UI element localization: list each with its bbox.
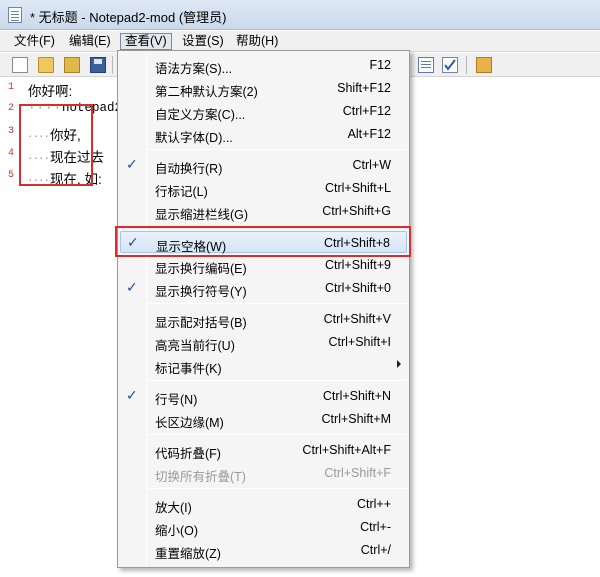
menu-separator — [148, 149, 406, 150]
menu-item-shortcut: Ctrl+/ — [360, 543, 391, 557]
menu-item-highlight-current-line[interactable]: 高亮当前行(U) Ctrl+Shift+I — [120, 331, 407, 353]
menu-item-shortcut: Ctrl+- — [360, 520, 391, 534]
menu-item-shortcut: Ctrl+Shift+V — [323, 312, 391, 326]
menu-item-shortcut: F12 — [369, 58, 391, 72]
check-icon[interactable] — [442, 57, 458, 73]
line-number: 1 — [7, 82, 14, 93]
menu-item-label: 第二种默认方案(2) — [155, 85, 258, 99]
menu-item-indent-guides[interactable]: 显示缩进栏线(G) Ctrl+Shift+G — [120, 200, 407, 222]
menu-item-label: 放大(I) — [155, 501, 192, 515]
menu-item-word-wrap[interactable]: ✓ 自动换行(R) Ctrl+W — [120, 154, 407, 176]
menu-item-zoom-out[interactable]: 缩小(O) Ctrl+- — [120, 516, 407, 538]
checkmark-icon: ✓ — [126, 279, 138, 295]
new-file-icon[interactable] — [12, 57, 28, 73]
title-bar: * 无标题 - Notepad2-mod (管理员) — [0, 0, 600, 30]
menu-item-zoom-in[interactable]: 放大(I) Ctrl++ — [120, 493, 407, 515]
open-file-icon[interactable] — [38, 57, 54, 73]
menu-item-mark-occurrences[interactable]: 标记事件(K) — [120, 354, 407, 376]
menu-item-shortcut: Ctrl+Shift+M — [321, 412, 391, 426]
menu-item-shortcut: Ctrl+Shift+Alt+F — [302, 443, 391, 457]
menu-item-shortcut: Ctrl+Shift+I — [328, 335, 391, 349]
menu-item-long-line-marker[interactable]: 长区边缘(M) Ctrl+Shift+M — [120, 408, 407, 430]
menu-item-shortcut: Ctrl+Shift+9 — [324, 258, 391, 272]
menu-item-label: 重置缩放(Z) — [155, 547, 221, 561]
notepad2-window: * 无标题 - Notepad2-mod (管理员) 文件(F) 编辑(E) 查… — [0, 0, 600, 577]
menu-item-label: 切换所有折叠(T) — [155, 470, 246, 484]
menu-item-line-numbers[interactable]: ✓ 行号(N) Ctrl+Shift+N — [120, 385, 407, 407]
list-icon[interactable] — [418, 57, 434, 73]
menu-item-label: 显示换行符号(Y) — [155, 285, 247, 299]
menu-item-shortcut: Ctrl+W — [352, 158, 391, 172]
view-dropdown-menu: 语法方案(S)... F12 第二种默认方案(2) Shift+F12 自定义方… — [117, 50, 410, 568]
menu-item-label: 行标记(L) — [155, 185, 208, 199]
menu-item-label: 语法方案(S)... — [155, 62, 233, 76]
menu-item-label: 默认字体(D)... — [155, 131, 233, 145]
exit-icon[interactable] — [476, 57, 492, 73]
menu-item-shortcut: Ctrl++ — [356, 497, 391, 511]
menu-item-syntax-scheme[interactable]: 语法方案(S)... F12 — [120, 54, 407, 76]
menu-item-label: 长区边缘(M) — [155, 416, 224, 430]
menu-file[interactable]: 文件(F) — [10, 33, 59, 50]
menu-item-label: 高亮当前行(U) — [155, 339, 235, 353]
menu-item-label: 标记事件(K) — [155, 362, 222, 376]
menu-item-show-eol-encoding[interactable]: 显示换行编码(E) Ctrl+Shift+9 — [120, 254, 407, 276]
menu-item-toggle-all-folds: 切换所有折叠(T) Ctrl+Shift+F — [120, 462, 407, 484]
menu-separator — [148, 488, 406, 489]
menu-item-label: 显示缩进栏线(G) — [155, 208, 249, 222]
toolbar-separator — [112, 56, 113, 74]
menu-view[interactable]: 查看(V) — [120, 33, 172, 50]
menu-item-show-eol-symbols[interactable]: ✓ 显示换行符号(Y) Ctrl+Shift+0 — [120, 277, 407, 299]
menu-separator — [148, 303, 406, 304]
menu-bar: 文件(F) 编辑(E) 查看(V) 设置(S) 帮助(H) — [0, 31, 600, 52]
menu-item-shortcut: Ctrl+Shift+N — [322, 389, 391, 403]
show-whitespace-highlight-box — [115, 226, 411, 257]
menu-item-label: 显示换行编码(E) — [155, 262, 247, 276]
save-icon[interactable] — [90, 57, 106, 73]
menu-item-shortcut: Ctrl+Shift+0 — [324, 281, 391, 295]
menu-settings[interactable]: 设置(S) — [178, 33, 228, 50]
menu-item-shortcut: Ctrl+Shift+F — [324, 466, 391, 480]
line-text: 你好啊: — [28, 84, 73, 99]
menu-item-label: 显示配对括号(B) — [155, 316, 247, 330]
menu-edit[interactable]: 编辑(E) — [65, 33, 115, 50]
notepad-app-icon — [8, 7, 22, 23]
checkmark-icon: ✓ — [126, 156, 138, 172]
menu-separator — [148, 434, 406, 435]
submenu-arrow-icon — [397, 360, 401, 368]
menu-item-shortcut: Ctrl+Shift+G — [322, 204, 391, 218]
toolbar-separator — [466, 56, 467, 74]
whitespace-highlight-box — [19, 104, 93, 186]
menu-item-match-braces[interactable]: 显示配对括号(B) Ctrl+Shift+V — [120, 308, 407, 330]
menu-item-label: 自动换行(R) — [155, 162, 223, 176]
menu-item-label: 代码折叠(F) — [155, 447, 221, 461]
checkmark-icon: ✓ — [126, 387, 138, 403]
menu-item-label: 自定义方案(C)... — [155, 108, 246, 122]
menu-item-shortcut: Ctrl+Shift+L — [324, 181, 391, 195]
browse-icon[interactable] — [64, 57, 80, 73]
menu-item-shortcut: Shift+F12 — [337, 81, 391, 95]
menu-item-shortcut: Alt+F12 — [347, 127, 391, 141]
menu-item-reset-zoom[interactable]: 重置缩放(Z) Ctrl+/ — [120, 539, 407, 561]
menu-help[interactable]: 帮助(H) — [232, 33, 282, 50]
menu-item-label: 缩小(O) — [155, 524, 199, 538]
menu-item-default-font[interactable]: 默认字体(D)... Alt+F12 — [120, 123, 407, 145]
menu-item-line-marker[interactable]: 行标记(L) Ctrl+Shift+L — [120, 177, 407, 199]
menu-item-second-default-scheme[interactable]: 第二种默认方案(2) Shift+F12 — [120, 77, 407, 99]
menu-item-custom-scheme[interactable]: 自定义方案(C)... Ctrl+F12 — [120, 100, 407, 122]
menu-separator — [148, 380, 406, 381]
menu-item-shortcut: Ctrl+F12 — [342, 104, 391, 118]
menu-item-label: 行号(N) — [155, 393, 198, 407]
window-title: * 无标题 - Notepad2-mod (管理员) — [30, 10, 227, 25]
menu-item-code-folding[interactable]: 代码折叠(F) Ctrl+Shift+Alt+F — [120, 439, 407, 461]
